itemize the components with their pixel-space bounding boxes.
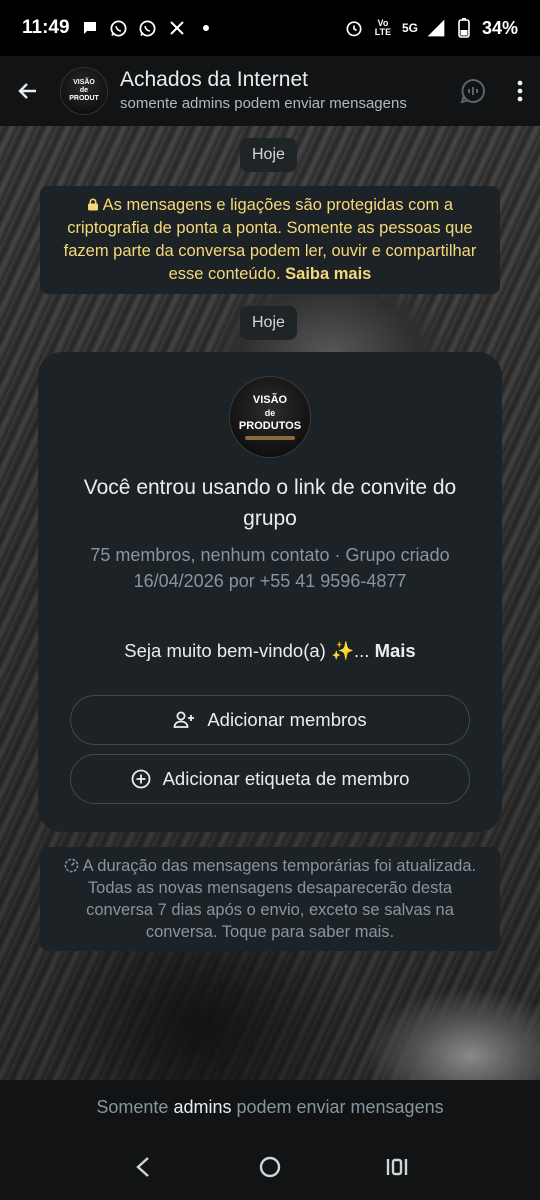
home-circle-icon (259, 1156, 281, 1178)
group-info-card: VISÃO de PRODUTOS Você entrou usando o l… (38, 352, 502, 832)
menu-button[interactable] (500, 56, 540, 126)
battery-icon (454, 18, 474, 38)
chat-background: Hoje As mensagens e ligações são protegi… (0, 126, 540, 1080)
nav-back-button[interactable] (123, 1147, 163, 1187)
description-text: Seja muito bem-vindo(a) ✨... (124, 640, 370, 661)
footer-suffix: podem enviar mensagens (236, 1096, 444, 1117)
chat-bubble-icon (80, 18, 100, 38)
whatsapp-business-icon (138, 18, 158, 38)
add-person-icon (173, 711, 195, 728)
timer-icon (64, 858, 79, 873)
voice-chat-button[interactable] (446, 56, 500, 126)
footer-admins-link[interactable]: admins (173, 1097, 231, 1118)
add-members-label: Adicionar membros (207, 709, 367, 730)
add-member-tag-button[interactable]: Adicionar etiqueta de membro (70, 754, 470, 804)
voice-chat-icon (460, 78, 485, 104)
more-link[interactable]: Mais (375, 640, 416, 661)
admins-only-banner: Somente admins podem enviar mensagens (0, 1080, 540, 1134)
temp-notice-text: A duração das mensagens temporárias foi … (82, 857, 477, 941)
plus-circle-icon (131, 769, 150, 789)
notification-icons (80, 18, 216, 38)
add-members-button[interactable]: Adicionar membros (70, 695, 470, 745)
chat-subtitle: somente admins podem enviar mensagens (120, 95, 407, 112)
dot-icon (196, 18, 216, 38)
lock-icon (87, 198, 98, 211)
disappearing-messages-notice[interactable]: A duração das mensagens temporárias foi … (40, 847, 500, 951)
alarm-icon (344, 18, 364, 38)
battery-percent: 34% (481, 17, 518, 38)
avatar-line-2: de (79, 87, 89, 94)
avatar-line-1: VISÃO (252, 394, 288, 406)
system-navigation-bar (0, 1134, 540, 1200)
arrow-left-icon (18, 83, 36, 99)
whatsapp-icon (109, 18, 129, 38)
date-chip: Hoje (240, 306, 297, 340)
avatar-line-1: VISÃO (73, 79, 95, 86)
nav-recents-button[interactable] (377, 1147, 417, 1187)
group-description[interactable]: Seja muito bem-vindo(a) ✨... Mais (58, 640, 482, 662)
more-vertical-icon (517, 80, 523, 102)
group-meta: 75 membros, nenhum contato · Grupo criad… (90, 545, 450, 591)
avatar-line-3: PRODUT (69, 95, 99, 102)
encryption-text: As mensagens e ligações são protegidas c… (63, 196, 477, 283)
nav-home-button[interactable] (250, 1147, 290, 1187)
recents-icon (386, 1158, 407, 1176)
header-info[interactable]: Achados da Internet somente admins podem… (120, 67, 446, 115)
avatar-line-3: PRODUTOS (238, 420, 302, 432)
footer-prefix: Somente (96, 1096, 169, 1117)
lte-label: LTE (374, 27, 392, 37)
add-tag-label: Adicionar etiqueta de membro (162, 768, 410, 789)
learn-more-link[interactable]: Saiba mais (285, 265, 371, 283)
status-right: Vo LTE 5G 34% (344, 18, 518, 39)
status-time: 11:49 (22, 17, 70, 38)
group-avatar[interactable]: VISÃO de PRODUT (60, 67, 108, 115)
avatar-decoration (245, 436, 295, 440)
network-type: 5G (401, 21, 418, 35)
chat-title: Achados da Internet (120, 68, 308, 91)
group-avatar-large[interactable]: VISÃO de PRODUTOS (229, 376, 311, 458)
chat-header: VISÃO de PRODUT Achados da Internet some… (0, 56, 540, 126)
status-bar: 11:49 Vo LTE 5G 34% (0, 0, 540, 56)
volte-icon: Vo LTE (374, 18, 392, 37)
chevron-left-icon (136, 1157, 150, 1177)
encryption-notice[interactable]: As mensagens e ligações são protegidas c… (40, 186, 500, 294)
card-title: Você entrou usando o link de convite do … (83, 476, 457, 530)
avatar-line-2: de (264, 408, 276, 418)
back-button[interactable] (0, 56, 56, 126)
date-chip: Hoje (240, 138, 297, 172)
x-icon (167, 18, 187, 38)
signal-icon (426, 18, 446, 38)
